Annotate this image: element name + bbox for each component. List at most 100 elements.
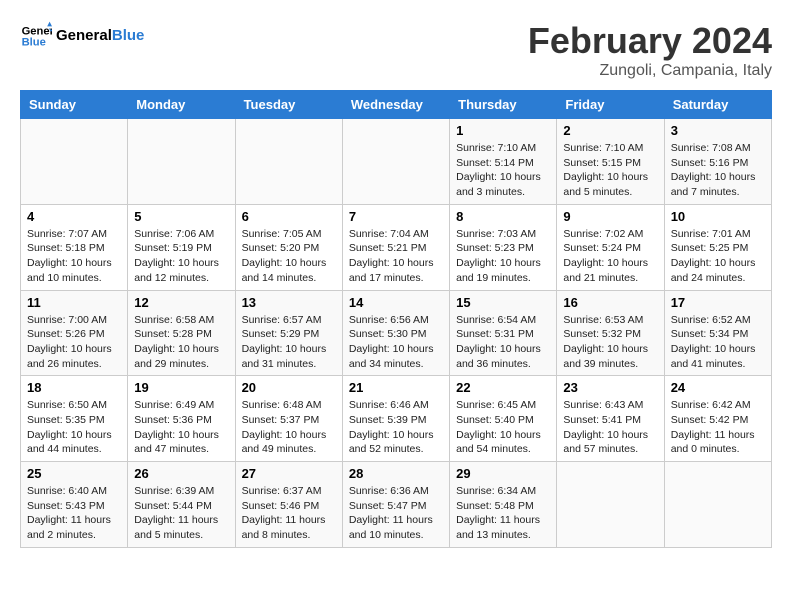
day-info: Sunrise: 6:36 AM Sunset: 5:47 PM Dayligh…	[349, 484, 443, 543]
day-info: Sunrise: 6:39 AM Sunset: 5:44 PM Dayligh…	[134, 484, 228, 543]
day-number: 5	[134, 209, 228, 224]
day-number: 19	[134, 380, 228, 395]
day-info: Sunrise: 6:45 AM Sunset: 5:40 PM Dayligh…	[456, 398, 550, 457]
calendar-cell: 8 Sunrise: 7:03 AM Sunset: 5:23 PM Daylig…	[450, 204, 557, 290]
day-info: Sunrise: 6:46 AM Sunset: 5:39 PM Dayligh…	[349, 398, 443, 457]
day-info: Sunrise: 6:43 AM Sunset: 5:41 PM Dayligh…	[563, 398, 657, 457]
calendar-cell: 19Sunrise: 6:49 AM Sunset: 5:36 PM Dayli…	[128, 376, 235, 462]
day-number: 17	[671, 295, 765, 310]
day-number: 10	[671, 209, 765, 224]
day-number: 23	[563, 380, 657, 395]
calendar-cell: 2 Sunrise: 7:10 AM Sunset: 5:15 PM Daylig…	[557, 119, 664, 205]
day-number: 26	[134, 466, 228, 481]
weekday-header-saturday: Saturday	[664, 91, 771, 119]
day-number: 3	[671, 123, 765, 138]
day-info: Sunrise: 6:40 AM Sunset: 5:43 PM Dayligh…	[27, 484, 121, 543]
calendar-cell	[235, 119, 342, 205]
calendar-cell: 28 Sunrise: 6:36 AM Sunset: 5:47 PM Dayli…	[342, 462, 449, 548]
day-info: Sunrise: 6:52 AM Sunset: 5:34 PM Dayligh…	[671, 313, 765, 372]
day-info: Sunrise: 6:42 AM Sunset: 5:42 PM Dayligh…	[671, 398, 765, 457]
calendar-cell: 14Sunrise: 6:56 AM Sunset: 5:30 PM Dayli…	[342, 290, 449, 376]
day-info: Sunrise: 7:02 AM Sunset: 5:24 PM Dayligh…	[563, 227, 657, 286]
day-info: Sunrise: 7:10 AM Sunset: 5:15 PM Dayligh…	[563, 141, 657, 200]
day-number: 15	[456, 295, 550, 310]
day-info: Sunrise: 7:08 AM Sunset: 5:16 PM Dayligh…	[671, 141, 765, 200]
day-info: Sunrise: 6:48 AM Sunset: 5:37 PM Dayligh…	[242, 398, 336, 457]
logo-general: General	[56, 27, 112, 44]
day-info: Sunrise: 6:54 AM Sunset: 5:31 PM Dayligh…	[456, 313, 550, 372]
weekday-header-friday: Friday	[557, 91, 664, 119]
calendar-cell: 5 Sunrise: 7:06 AM Sunset: 5:19 PM Daylig…	[128, 204, 235, 290]
header: General Blue GeneralBlue February 2024 Z…	[20, 20, 772, 80]
calendar-cell: 21 Sunrise: 6:46 AM Sunset: 5:39 PM Dayli…	[342, 376, 449, 462]
day-info: Sunrise: 6:53 AM Sunset: 5:32 PM Dayligh…	[563, 313, 657, 372]
logo-blue: Blue	[112, 27, 145, 44]
calendar-cell: 16 Sunrise: 6:53 AM Sunset: 5:32 PM Dayli…	[557, 290, 664, 376]
calendar-cell: 23 Sunrise: 6:43 AM Sunset: 5:41 PM Dayli…	[557, 376, 664, 462]
calendar-cell: 22 Sunrise: 6:45 AM Sunset: 5:40 PM Dayli…	[450, 376, 557, 462]
day-info: Sunrise: 6:37 AM Sunset: 5:46 PM Dayligh…	[242, 484, 336, 543]
calendar-cell: 11 Sunrise: 7:00 AM Sunset: 5:26 PM Dayli…	[21, 290, 128, 376]
day-number: 12	[134, 295, 228, 310]
day-info: Sunrise: 7:10 AM Sunset: 5:14 PM Dayligh…	[456, 141, 550, 200]
day-number: 1	[456, 123, 550, 138]
svg-text:Blue: Blue	[22, 37, 46, 49]
day-number: 28	[349, 466, 443, 481]
week-row-5: 25 Sunrise: 6:40 AM Sunset: 5:43 PM Dayli…	[21, 462, 772, 548]
weekday-header-sunday: Sunday	[21, 91, 128, 119]
day-info: Sunrise: 7:03 AM Sunset: 5:23 PM Dayligh…	[456, 227, 550, 286]
svg-text:General: General	[22, 25, 52, 37]
day-number: 2	[563, 123, 657, 138]
day-info: Sunrise: 7:05 AM Sunset: 5:20 PM Dayligh…	[242, 227, 336, 286]
day-number: 25	[27, 466, 121, 481]
day-number: 8	[456, 209, 550, 224]
calendar-cell: 29 Sunrise: 6:34 AM Sunset: 5:48 PM Dayli…	[450, 462, 557, 548]
weekday-header-monday: Monday	[128, 91, 235, 119]
day-number: 22	[456, 380, 550, 395]
logo-icon: General Blue	[20, 20, 52, 52]
calendar-cell: 17 Sunrise: 6:52 AM Sunset: 5:34 PM Dayli…	[664, 290, 771, 376]
day-number: 20	[242, 380, 336, 395]
calendar-cell: 3 Sunrise: 7:08 AM Sunset: 5:16 PM Daylig…	[664, 119, 771, 205]
day-number: 16	[563, 295, 657, 310]
day-number: 7	[349, 209, 443, 224]
day-info: Sunrise: 6:56 AM Sunset: 5:30 PM Dayligh…	[349, 313, 443, 372]
calendar-cell: 12 Sunrise: 6:58 AM Sunset: 5:28 PM Dayli…	[128, 290, 235, 376]
week-row-3: 11 Sunrise: 7:00 AM Sunset: 5:26 PM Dayli…	[21, 290, 772, 376]
day-info: Sunrise: 6:50 AM Sunset: 5:35 PM Dayligh…	[27, 398, 121, 457]
week-row-4: 18Sunrise: 6:50 AM Sunset: 5:35 PM Dayli…	[21, 376, 772, 462]
day-info: Sunrise: 6:58 AM Sunset: 5:28 PM Dayligh…	[134, 313, 228, 372]
day-info: Sunrise: 6:34 AM Sunset: 5:48 PM Dayligh…	[456, 484, 550, 543]
calendar-cell: 20 Sunrise: 6:48 AM Sunset: 5:37 PM Dayli…	[235, 376, 342, 462]
calendar-cell	[21, 119, 128, 205]
day-number: 13	[242, 295, 336, 310]
title-area: February 2024 Zungoli, Campania, Italy	[528, 20, 772, 80]
calendar-table: SundayMondayTuesdayWednesdayThursdayFrid…	[20, 90, 772, 548]
calendar-cell: 10 Sunrise: 7:01 AM Sunset: 5:25 PM Dayli…	[664, 204, 771, 290]
day-info: Sunrise: 7:07 AM Sunset: 5:18 PM Dayligh…	[27, 227, 121, 286]
day-info: Sunrise: 7:00 AM Sunset: 5:26 PM Dayligh…	[27, 313, 121, 372]
week-row-2: 4 Sunrise: 7:07 AM Sunset: 5:18 PM Daylig…	[21, 204, 772, 290]
weekday-header-tuesday: Tuesday	[235, 91, 342, 119]
day-number: 21	[349, 380, 443, 395]
calendar-cell: 9 Sunrise: 7:02 AM Sunset: 5:24 PM Daylig…	[557, 204, 664, 290]
calendar-cell: 18Sunrise: 6:50 AM Sunset: 5:35 PM Dayli…	[21, 376, 128, 462]
calendar-cell: 24 Sunrise: 6:42 AM Sunset: 5:42 PM Dayli…	[664, 376, 771, 462]
day-info: Sunrise: 7:06 AM Sunset: 5:19 PM Dayligh…	[134, 227, 228, 286]
day-number: 24	[671, 380, 765, 395]
day-info: Sunrise: 7:01 AM Sunset: 5:25 PM Dayligh…	[671, 227, 765, 286]
calendar-cell	[557, 462, 664, 548]
day-number: 4	[27, 209, 121, 224]
day-number: 9	[563, 209, 657, 224]
calendar-cell: 15 Sunrise: 6:54 AM Sunset: 5:31 PM Dayli…	[450, 290, 557, 376]
day-number: 29	[456, 466, 550, 481]
day-info: Sunrise: 6:57 AM Sunset: 5:29 PM Dayligh…	[242, 313, 336, 372]
day-number: 11	[27, 295, 121, 310]
month-year-title: February 2024	[528, 20, 772, 62]
location-subtitle: Zungoli, Campania, Italy	[528, 62, 772, 80]
week-row-1: 1 Sunrise: 7:10 AM Sunset: 5:14 PM Daylig…	[21, 119, 772, 205]
calendar-cell	[342, 119, 449, 205]
calendar-cell: 7Sunrise: 7:04 AM Sunset: 5:21 PM Daylig…	[342, 204, 449, 290]
calendar-cell	[128, 119, 235, 205]
weekday-header-wednesday: Wednesday	[342, 91, 449, 119]
